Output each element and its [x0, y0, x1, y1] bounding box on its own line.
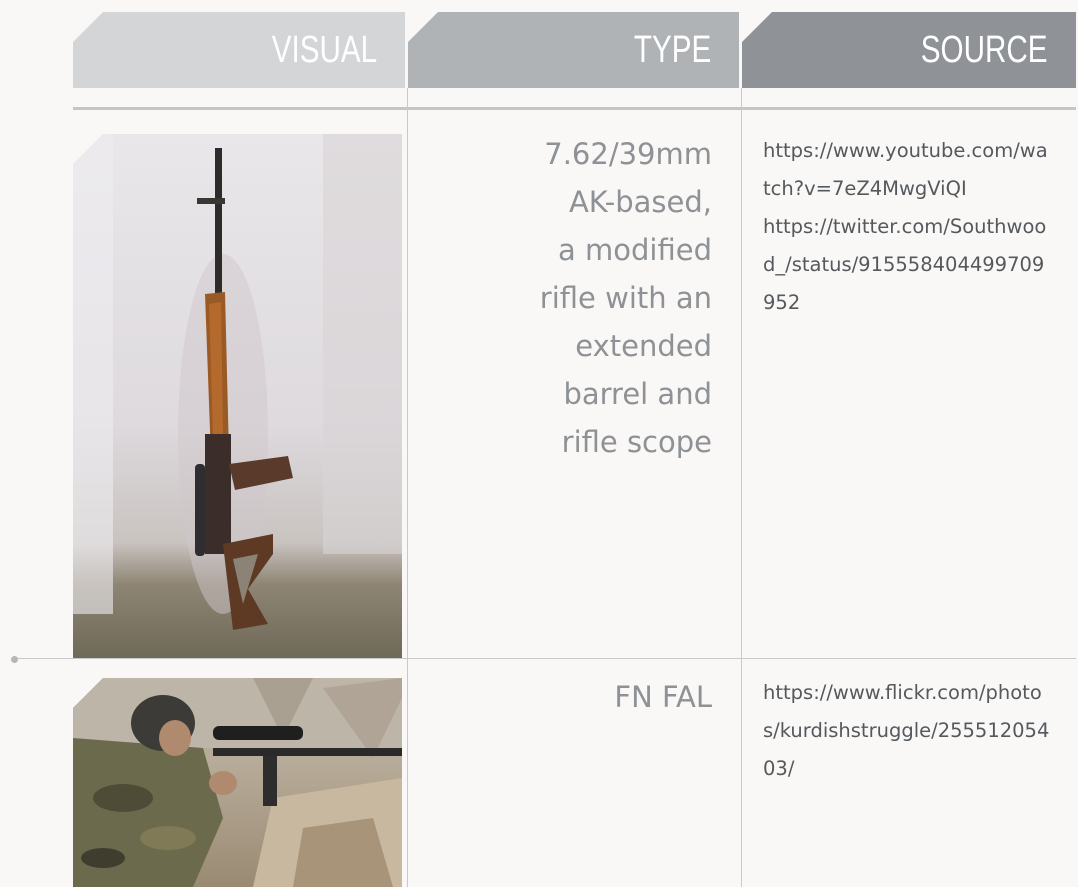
header-underline — [73, 107, 1076, 110]
source-link-line[interactable]: tch?v=7eZ4MwgViQI — [763, 170, 1073, 208]
fighter-aiming-scoped-rifle-photo — [73, 678, 402, 887]
type-line: extended — [575, 329, 712, 363]
column-divider-2 — [741, 88, 742, 887]
row-1-type: 7.62/39mm AK-based, a modified rifle wit… — [430, 130, 712, 466]
column-header-visual: VISUAL — [73, 12, 405, 88]
column-header-source-label: SOURCE — [921, 28, 1048, 71]
source-link-line[interactable]: s/kurdishstruggle/255512054 — [763, 712, 1073, 750]
type-line: rifle with an — [539, 281, 712, 315]
source-link-line[interactable]: https://www.flickr.com/photo — [763, 674, 1073, 712]
row-2-type: FN FAL — [430, 673, 712, 721]
row-2-source: https://www.flickr.com/photo s/kurdishst… — [763, 674, 1073, 788]
column-divider-1 — [407, 88, 408, 887]
column-header-visual-label: VISUAL — [271, 28, 377, 71]
column-header-source: SOURCE — [742, 12, 1076, 88]
rifle-illustration — [73, 134, 402, 630]
source-link-line[interactable]: https://twitter.com/Southwoo — [763, 208, 1073, 246]
source-link-line[interactable]: d_/status/915558404499709 — [763, 246, 1073, 284]
type-line: a modified — [558, 233, 712, 267]
source-link-line[interactable]: https://www.youtube.com/wa — [763, 132, 1073, 170]
type-line: barrel and — [563, 377, 712, 411]
row-divider — [14, 658, 1076, 659]
type-line: 7.62/39mm — [544, 137, 712, 171]
source-link-line[interactable]: 03/ — [763, 750, 1073, 788]
column-header-type: TYPE — [408, 12, 739, 88]
column-header-type-label: TYPE — [633, 28, 711, 71]
type-line: AK-based, — [568, 185, 712, 219]
source-link-line[interactable]: 952 — [763, 284, 1073, 322]
row-marker-dot — [11, 656, 18, 663]
fighter-illustration — [73, 678, 402, 887]
row-1-source: https://www.youtube.com/wa tch?v=7eZ4Mwg… — [763, 132, 1073, 322]
type-line: rifle scope — [561, 425, 712, 459]
type-line: FN FAL — [614, 680, 712, 714]
rifle-leaning-against-wall-photo — [73, 134, 402, 658]
